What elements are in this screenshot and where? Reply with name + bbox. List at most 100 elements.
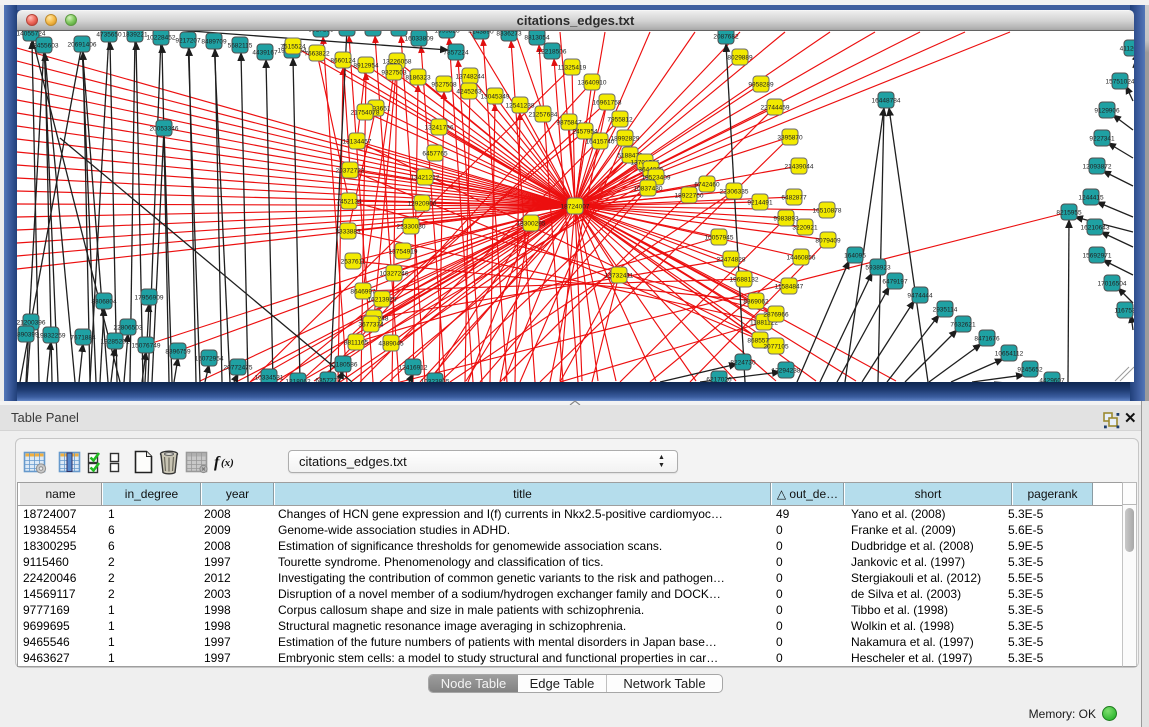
svg-text:7632621: 7632621	[950, 322, 976, 329]
svg-text:4389045: 4389045	[378, 341, 404, 348]
svg-text:21754078: 21754078	[351, 110, 380, 117]
svg-text:8912954: 8912954	[353, 63, 379, 70]
svg-text:13754919: 13754919	[389, 249, 418, 256]
svg-text:8396759: 8396759	[165, 349, 191, 356]
svg-text:8471676: 8471676	[974, 336, 1000, 343]
svg-text:7671884: 7671884	[70, 335, 96, 342]
svg-text:21200396: 21200396	[17, 320, 46, 327]
svg-text:2876966: 2876966	[763, 312, 789, 319]
svg-text:11584847: 11584847	[775, 284, 804, 291]
svg-text:2087682: 2087682	[713, 34, 739, 41]
svg-text:9958289: 9958289	[748, 82, 774, 89]
svg-text:18300295: 18300295	[517, 221, 546, 228]
svg-text:8811165: 8811165	[344, 340, 369, 347]
svg-text:13134457: 13134457	[343, 139, 372, 146]
svg-text:18724007: 18724007	[561, 204, 590, 211]
svg-text:17016504: 17016504	[1098, 281, 1127, 288]
svg-text:10837430: 10837430	[634, 186, 663, 193]
svg-text:9474444: 9474444	[907, 293, 933, 300]
svg-text:19285201: 19285201	[101, 339, 130, 346]
svg-text:8369062: 8369062	[743, 299, 769, 306]
svg-text:22455603: 22455603	[30, 43, 59, 50]
svg-text:11325419: 11325419	[558, 65, 587, 72]
svg-text:2066449: 2066449	[386, 31, 412, 33]
svg-text:4429607: 4429607	[1039, 378, 1065, 383]
svg-text:16961758: 16961758	[593, 100, 622, 107]
svg-text:14460856: 14460856	[787, 255, 816, 262]
svg-text:17956909: 17956909	[135, 295, 164, 302]
svg-text:(x): (x)	[221, 457, 234, 469]
svg-text:18992829: 18992829	[611, 136, 640, 143]
svg-text:1999828: 1999828	[434, 31, 460, 35]
svg-text:13748244: 13748244	[456, 74, 485, 81]
svg-text:1244415: 1244415	[1078, 195, 1104, 202]
svg-text:12416912: 12416912	[399, 365, 428, 372]
svg-text:9214491: 9214491	[747, 200, 773, 207]
svg-text:2537611: 2537611	[341, 259, 366, 266]
svg-text:4143890: 4143890	[468, 31, 494, 36]
svg-text:10323815: 10323815	[421, 379, 450, 383]
svg-text:13421212: 13421212	[411, 175, 440, 182]
svg-text:22306335: 22306335	[720, 189, 749, 196]
svg-text:15751024: 15751024	[1106, 79, 1134, 86]
svg-text:8646997: 8646997	[350, 289, 376, 296]
svg-text:1839221: 1839221	[122, 32, 148, 39]
svg-text:9983893: 9983893	[773, 216, 799, 223]
svg-text:16448784: 16448784	[872, 98, 901, 105]
svg-text:2077105: 2077105	[763, 344, 789, 351]
svg-text:9327503: 9327503	[381, 70, 407, 77]
svg-text:12294238: 12294238	[772, 368, 801, 375]
svg-text:9527508: 9527508	[431, 82, 457, 89]
svg-text:3917183: 3917183	[308, 31, 334, 34]
svg-text:6457765: 6457765	[422, 151, 448, 158]
svg-text:15180586: 15180586	[329, 362, 358, 369]
svg-text:3395870: 3395870	[777, 135, 803, 142]
svg-text:8215955: 8215955	[1056, 210, 1082, 217]
svg-text:7452134: 7452134	[336, 199, 362, 206]
svg-text:9129906: 9129906	[1094, 108, 1120, 115]
svg-text:8079409: 8079409	[815, 238, 841, 245]
svg-text:20691406: 20691406	[68, 42, 97, 49]
svg-text:20772475: 20772475	[224, 365, 253, 372]
svg-text:6479197: 6479197	[882, 279, 908, 286]
svg-text:5938923: 5938923	[865, 265, 891, 272]
svg-text:12218506: 12218506	[538, 49, 567, 56]
svg-text:6482877: 6482877	[781, 195, 807, 202]
svg-text:6742460: 6742460	[694, 182, 720, 189]
svg-text:8029889: 8029889	[727, 55, 753, 62]
svg-text:13241736: 13241736	[425, 125, 454, 132]
svg-text:22744459: 22744459	[761, 105, 790, 112]
svg-text:8660124: 8660124	[330, 58, 356, 65]
svg-text:2935114: 2935114	[933, 307, 958, 314]
svg-text:7955812: 7955812	[607, 117, 633, 124]
svg-text:15157347: 15157347	[359, 31, 388, 33]
svg-text:3333883: 3333883	[335, 229, 361, 236]
svg-text:22330030: 22330030	[397, 224, 426, 231]
svg-text:16213925: 16213925	[368, 297, 397, 304]
svg-text:21439044: 21439044	[785, 164, 814, 171]
svg-text:9217207: 9217207	[175, 38, 201, 45]
svg-text:8186323: 8186323	[405, 75, 431, 82]
svg-text:f: f	[214, 454, 221, 471]
svg-text:6217026: 6217026	[706, 377, 732, 383]
svg-text:12093872: 12093872	[1083, 164, 1112, 171]
svg-text:10327246: 10327246	[380, 271, 409, 278]
svg-text:8813054: 8813054	[524, 35, 550, 42]
svg-text:9245652: 9245652	[1017, 367, 1043, 374]
svg-text:22806503: 22806503	[114, 325, 143, 332]
svg-text:4439167: 4439167	[252, 50, 278, 57]
svg-text:10228452: 10228452	[147, 35, 176, 42]
svg-text:3677374: 3677374	[358, 322, 384, 329]
svg-text:12541238: 12541238	[506, 103, 535, 110]
svg-text:10057945: 10057945	[705, 235, 734, 242]
svg-text:8489709: 8489709	[201, 39, 227, 46]
svg-text:16033809: 16033809	[405, 36, 434, 43]
svg-text:22474828: 22474828	[717, 257, 746, 264]
svg-text:20372723: 20372723	[336, 168, 365, 175]
svg-text:20053346: 20053346	[150, 126, 179, 133]
svg-text:15076749: 15076749	[132, 343, 161, 350]
svg-text:15692971: 15692971	[1083, 253, 1112, 260]
svg-text:4735650: 4735650	[96, 32, 122, 39]
svg-text:8336273: 8336273	[496, 31, 522, 38]
svg-text:3220921: 3220921	[792, 225, 818, 232]
